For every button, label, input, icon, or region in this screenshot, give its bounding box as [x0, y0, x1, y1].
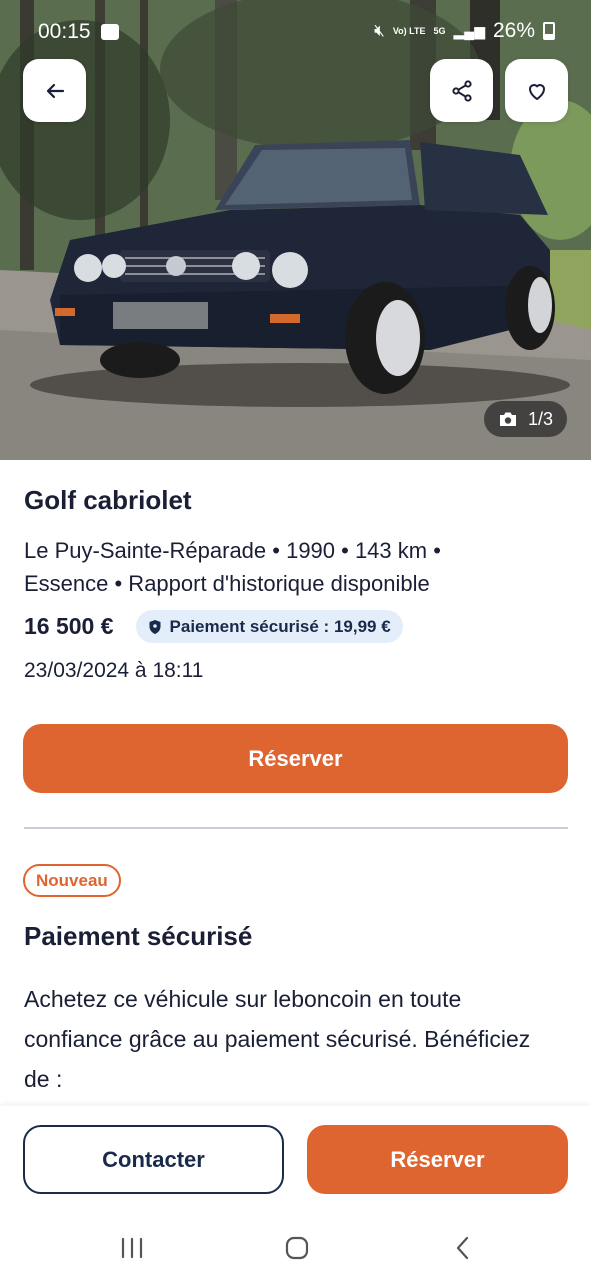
- contact-button[interactable]: Contacter: [23, 1125, 284, 1194]
- share-icon: [451, 79, 472, 102]
- recent-apps-button[interactable]: [112, 1230, 152, 1266]
- heart-icon: [528, 83, 545, 100]
- favorite-button[interactable]: [505, 59, 568, 122]
- secure-payment-pill: Paiement sécurisé : 19,99 €: [135, 610, 403, 643]
- section-divider: [24, 827, 568, 829]
- listing-date: 23/03/2024 à 18:11: [24, 659, 204, 682]
- recent-apps-icon: [121, 1237, 143, 1259]
- home-button[interactable]: [277, 1230, 317, 1266]
- listing-meta: Le Puy-Sainte-Réparade • 1990 • 143 km •…: [24, 534, 569, 600]
- photo-counter: 1/3: [483, 401, 567, 437]
- secure-section-title: Paiement sécurisé: [24, 921, 253, 951]
- listing-price: 16 500 €: [24, 613, 114, 639]
- network-indicator: 5G: [433, 25, 446, 36]
- listing-meta-line-2: Essence • Rapport d'historique disponibl…: [24, 571, 430, 596]
- system-navigation-bar: [0, 1216, 591, 1280]
- secure-payment-label: Paiement sécurisé : 19,99 €: [169, 616, 391, 636]
- car-photo: [0, 0, 591, 460]
- reserve-button[interactable]: Réserver: [23, 724, 568, 793]
- bottom-action-bar: Contacter Réserver: [0, 1106, 591, 1216]
- listing-title: Golf cabriolet: [24, 485, 192, 515]
- mute-icon: 🔇︎: [374, 21, 385, 40]
- share-button[interactable]: [430, 59, 493, 122]
- gallery-notification-icon: [101, 24, 119, 40]
- new-badge: Nouveau: [23, 864, 121, 897]
- listing-meta-line-1: Le Puy-Sainte-Réparade • 1990 • 143 km •: [24, 538, 441, 563]
- price-row: 16 500 € Paiement sécurisé : 19,99 €: [24, 610, 403, 643]
- secure-section-body: Achetez ce véhicule sur leboncoin en tou…: [24, 986, 531, 1092]
- signal-icon: ▂▄▆: [453, 22, 485, 39]
- system-back-button[interactable]: [443, 1230, 483, 1266]
- status-time: 00:15: [38, 20, 91, 43]
- battery-icon: [543, 22, 555, 40]
- chevron-left-icon: [456, 1236, 469, 1260]
- home-icon: [285, 1236, 309, 1260]
- arrow-left-icon: [46, 83, 64, 98]
- back-button[interactable]: [23, 59, 86, 122]
- volte-indicator: Vo) LTE: [392, 25, 426, 36]
- status-bar: 00:15 🔇︎ Vo) LTE 5G ▂▄▆ 26%: [0, 0, 591, 62]
- shield-icon: [149, 619, 161, 634]
- reserve-bottom-button[interactable]: Réserver: [307, 1125, 568, 1194]
- battery-percent: 26%: [492, 19, 535, 42]
- hero-photo[interactable]: 00:15 🔇︎ Vo) LTE 5G ▂▄▆ 26% 1/3: [0, 0, 591, 460]
- photo-counter-label: 1/3: [527, 408, 553, 429]
- camera-icon: [499, 412, 516, 426]
